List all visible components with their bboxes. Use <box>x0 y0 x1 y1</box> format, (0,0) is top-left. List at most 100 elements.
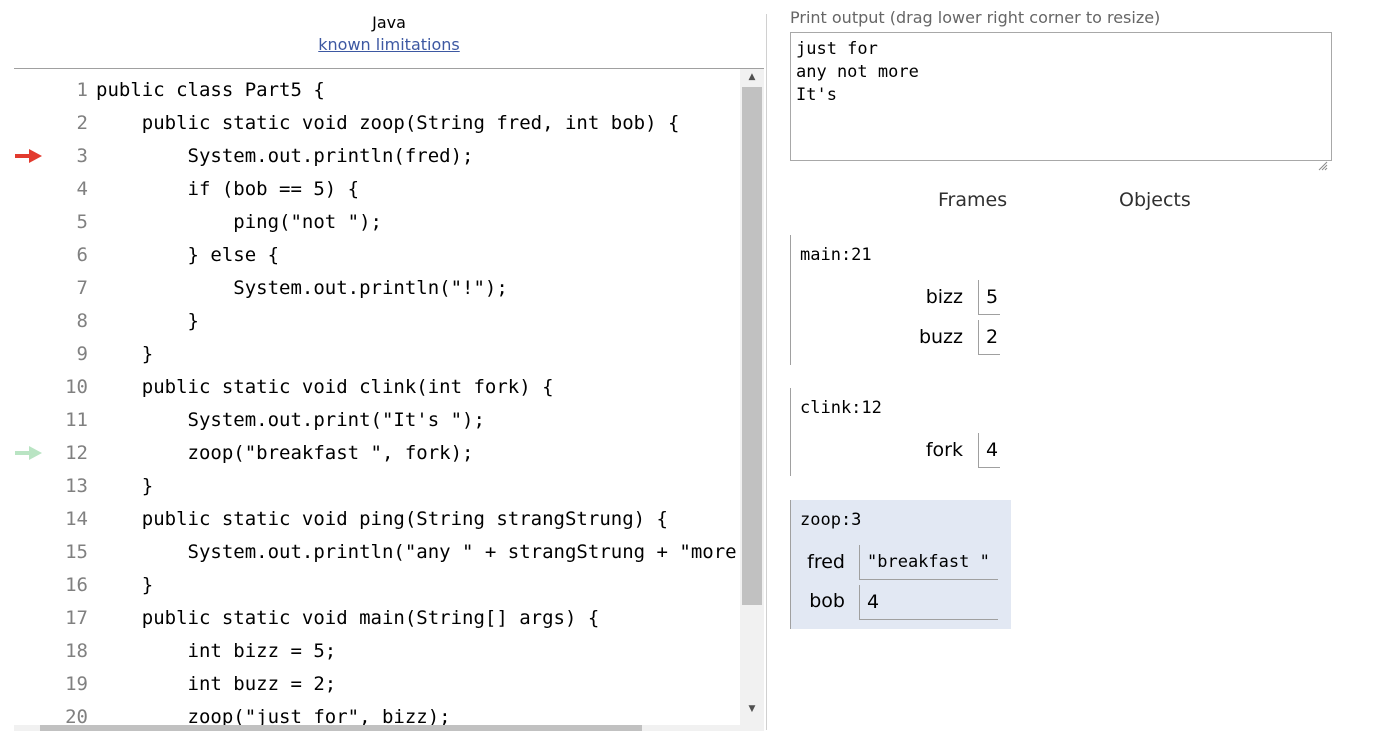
breakpoint-gutter[interactable] <box>14 470 44 503</box>
frame-title: main:21 <box>800 245 872 265</box>
stack-frame-zoop: zoop:3 fred "breakfast " bob 4 <box>790 500 1011 629</box>
known-limitations-link[interactable]: known limitations <box>14 35 764 54</box>
print-output-label: Print output (drag lower right corner to… <box>790 8 1161 27</box>
line-number: 4 <box>76 178 88 200</box>
code-line: 1 public class Part5 { <box>14 74 738 107</box>
variable-value: 4 <box>978 433 1000 468</box>
line-code: System.out.println("any " + strangStrung… <box>96 541 739 563</box>
variable-value: 2 <box>978 320 1000 355</box>
line-number: 8 <box>76 310 88 332</box>
line-code: zoop("breakfast ", fork); <box>96 442 474 464</box>
code-lines: 1 public class Part5 { 2 public static voi… <box>14 74 738 731</box>
breakpoint-gutter[interactable] <box>14 239 44 272</box>
line-number: 15 <box>65 541 88 563</box>
frame-title: zoop:3 <box>800 510 862 530</box>
line-number: 1 <box>76 79 88 101</box>
line-number: 13 <box>65 475 88 497</box>
variable-value: 5 <box>978 280 1000 315</box>
code-pane: Java known limitations 1 public class Par… <box>0 0 766 731</box>
line-code: } <box>96 475 154 497</box>
code-line: 16 } <box>14 569 738 602</box>
line-number: 19 <box>65 673 88 695</box>
breakpoint-gutter[interactable] <box>14 536 44 569</box>
code-line: 12 zoop("breakfast ", fork); <box>14 437 738 470</box>
vertical-scrollbar-thumb[interactable] <box>742 87 762 605</box>
line-code: System.out.println(fred); <box>96 145 474 167</box>
line-number: 18 <box>65 640 88 662</box>
line-code: int buzz = 2; <box>96 673 337 695</box>
breakpoint-gutter[interactable] <box>14 404 44 437</box>
line-number: 7 <box>76 277 88 299</box>
code-line: 17 public static void main(String[] args… <box>14 602 738 635</box>
visualizer-pane: Print output (drag lower right corner to… <box>767 0 1375 730</box>
line-number: 3 <box>76 145 88 167</box>
line-number: 9 <box>76 343 88 365</box>
line-code: } else { <box>96 244 280 266</box>
print-output-box[interactable]: just for any not more It's <box>790 32 1332 161</box>
breakpoint-gutter[interactable] <box>14 338 44 371</box>
breakpoint-gutter[interactable] <box>14 668 44 701</box>
line-number: 5 <box>76 211 88 233</box>
frames-heading: Frames <box>938 189 1008 211</box>
stack-frame-main: main:21 bizz 5 buzz 2 <box>790 235 1011 365</box>
line-code: public static void main(String[] args) { <box>96 607 600 629</box>
language-label: Java <box>372 13 406 32</box>
breakpoint-gutter[interactable] <box>14 371 44 404</box>
vertical-scrollbar[interactable]: ▲ ▼ <box>740 69 764 729</box>
breakpoint-gutter[interactable] <box>14 635 44 668</box>
code-line: 11 System.out.print("It's "); <box>14 404 738 437</box>
code-line: 5 ping("not "); <box>14 206 738 239</box>
line-code: System.out.print("It's "); <box>96 409 485 431</box>
line-code: } <box>96 310 199 332</box>
line-number: 2 <box>76 112 88 134</box>
code-editor[interactable]: 1 public class Part5 { 2 public static voi… <box>14 68 764 731</box>
line-number: 12 <box>65 442 88 464</box>
line-number: 14 <box>65 508 88 530</box>
breakpoint-gutter[interactable] <box>14 272 44 305</box>
previous-line-arrow-icon <box>15 446 42 460</box>
breakpoint-gutter[interactable] <box>14 503 44 536</box>
breakpoint-gutter[interactable] <box>14 437 44 470</box>
code-line: 2 public static void zoop(String fred, i… <box>14 107 738 140</box>
line-code: } <box>96 574 154 596</box>
breakpoint-gutter[interactable] <box>14 140 44 173</box>
line-code: public static void clink(int fork) { <box>96 376 554 398</box>
variable-value: "breakfast " <box>859 545 998 580</box>
resize-grip-icon[interactable] <box>1316 159 1328 171</box>
stack-frame-clink: clink:12 fork 4 <box>790 388 1011 476</box>
line-code: public static void zoop(String fred, int… <box>96 112 680 134</box>
line-code: int bizz = 5; <box>96 640 337 662</box>
code-line: 9 } <box>14 338 738 371</box>
line-number: 11 <box>65 409 88 431</box>
variable-name: fork <box>925 439 963 461</box>
horizontal-scrollbar[interactable] <box>14 725 764 731</box>
line-number: 17 <box>65 607 88 629</box>
frame-title: clink:12 <box>800 398 882 418</box>
code-line: 19 int buzz = 2; <box>14 668 738 701</box>
code-line: 4 if (bob == 5) { <box>14 173 738 206</box>
line-code: System.out.println("!"); <box>96 277 508 299</box>
code-line: 14 public static void ping(String strang… <box>14 503 738 536</box>
line-number: 10 <box>65 376 88 398</box>
code-line: 6 } else { <box>14 239 738 272</box>
line-number: 6 <box>76 244 88 266</box>
line-code: public static void ping(String strangStr… <box>96 508 668 530</box>
breakpoint-gutter[interactable] <box>14 173 44 206</box>
breakpoint-gutter[interactable] <box>14 569 44 602</box>
breakpoint-gutter[interactable] <box>14 305 44 338</box>
scroll-up-arrow-icon[interactable]: ▲ <box>740 69 764 85</box>
objects-heading: Objects <box>1119 189 1191 211</box>
code-line: 7 System.out.println("!"); <box>14 272 738 305</box>
breakpoint-gutter[interactable] <box>14 107 44 140</box>
line-code: public class Part5 { <box>96 79 325 101</box>
scroll-down-arrow-icon[interactable]: ▼ <box>740 701 764 717</box>
horizontal-scrollbar-thumb[interactable] <box>40 725 642 731</box>
line-code: ping("not "); <box>96 211 382 233</box>
code-line: 8 } <box>14 305 738 338</box>
breakpoint-gutter[interactable] <box>14 74 44 107</box>
line-code: } <box>96 343 154 365</box>
line-number: 16 <box>65 574 88 596</box>
variable-name: buzz <box>918 326 963 348</box>
breakpoint-gutter[interactable] <box>14 206 44 239</box>
breakpoint-gutter[interactable] <box>14 602 44 635</box>
